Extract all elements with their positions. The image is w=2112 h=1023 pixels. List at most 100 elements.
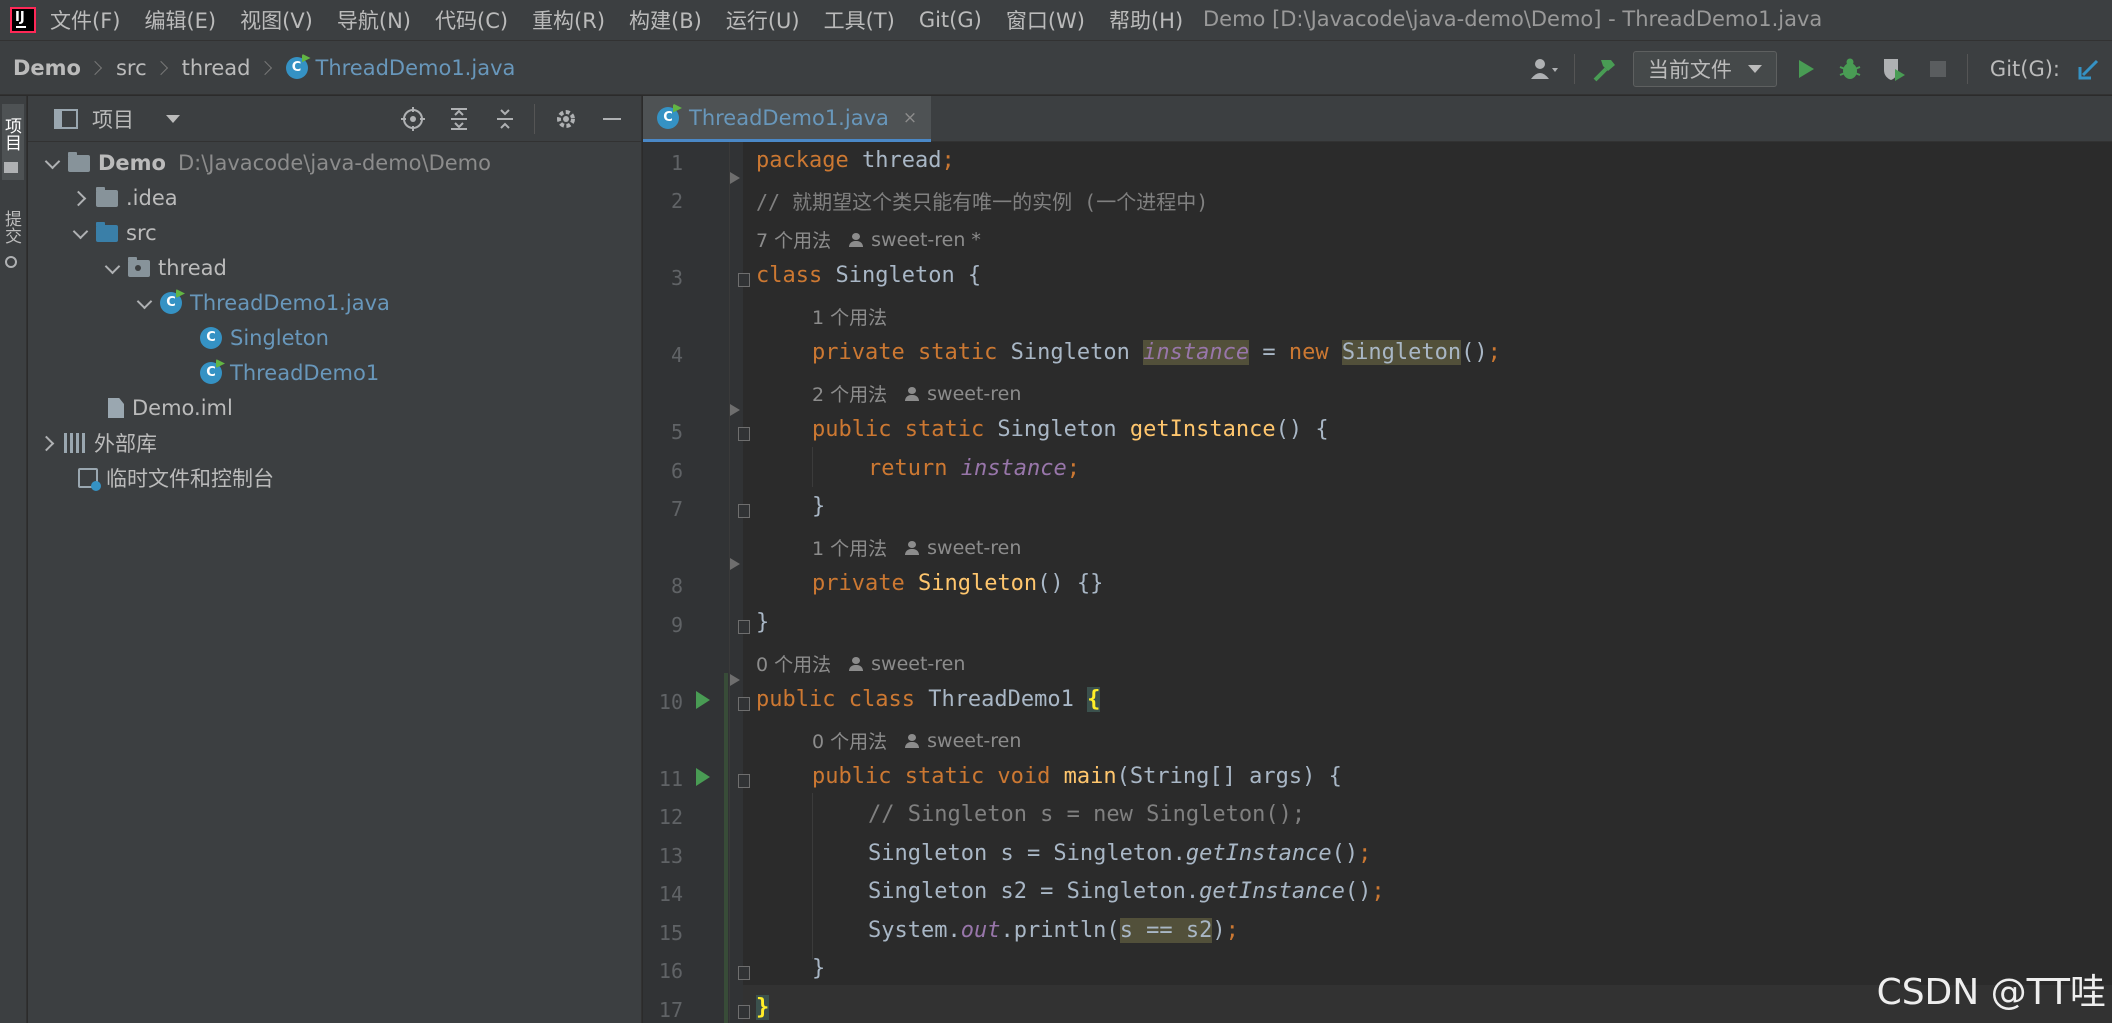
usage-hint[interactable]: 7 个用法 sweet-ren * xyxy=(756,226,981,253)
scratch-console-icon xyxy=(78,468,101,491)
tree-item-class-threaddemo1[interactable]: C ThreadDemo1 xyxy=(28,357,379,389)
build-hammer-icon[interactable] xyxy=(1589,54,1619,84)
line-number: 16 xyxy=(658,959,683,983)
java-class-icon: C xyxy=(285,56,308,79)
chevron-right-icon[interactable] xyxy=(38,433,58,453)
expand-all-icon[interactable] xyxy=(444,104,474,134)
module-folder-icon xyxy=(68,151,90,172)
line-number: 14 xyxy=(658,882,683,906)
tree-item-scratches[interactable]: 临时文件和控制台 xyxy=(28,462,274,494)
menu-tools[interactable]: 工具(T) xyxy=(824,5,895,35)
line-number: 13 xyxy=(658,844,683,868)
toolbar-separator xyxy=(1966,53,1968,84)
tree-item-idea[interactable]: .idea xyxy=(28,182,178,214)
java-class-icon: C xyxy=(160,292,182,314)
menu-navigate[interactable]: 导航(N) xyxy=(337,5,411,35)
tree-item-src[interactable]: src xyxy=(28,217,157,249)
project-panel-title[interactable]: 项目 xyxy=(92,104,134,134)
gear-icon[interactable] xyxy=(551,104,581,134)
vcs-change-marker[interactable] xyxy=(724,673,728,1023)
fold-marker-icon[interactable] xyxy=(738,504,750,518)
menu-code[interactable]: 代码(C) xyxy=(435,5,508,35)
menu-build[interactable]: 构建(B) xyxy=(629,5,702,35)
usage-hint[interactable]: 2 个用法 sweet-ren xyxy=(812,380,1021,407)
project-view-icon xyxy=(54,108,78,129)
fold-marker-icon[interactable] xyxy=(738,620,750,634)
left-tool-window-stripe: 项目 提交 xyxy=(0,96,27,1023)
minimize-icon[interactable] xyxy=(597,104,627,134)
project-tool-tab[interactable]: 项目 xyxy=(1,104,24,180)
fold-marker-icon[interactable] xyxy=(738,697,750,711)
line-number: 15 xyxy=(658,921,683,945)
tree-item-external-libraries[interactable]: 外部库 xyxy=(28,427,157,459)
locate-target-icon[interactable] xyxy=(398,104,428,134)
collapse-all-icon[interactable] xyxy=(490,104,520,134)
code-editor[interactable]: 1 2 3 4 5 6 7 8 9 10 11 12 13 14 15 16 1… xyxy=(643,142,2112,1023)
code-line-6: return instance; xyxy=(868,456,1080,481)
run-configuration-select[interactable]: 当前文件 xyxy=(1632,50,1777,87)
stop-icon[interactable] xyxy=(1923,54,1953,84)
run-gutter-icon[interactable] xyxy=(696,691,710,709)
menu-git[interactable]: Git(G) xyxy=(919,8,982,32)
chevron-down-icon[interactable] xyxy=(134,293,154,313)
chevron-down-icon[interactable] xyxy=(70,223,90,243)
indent-guide xyxy=(812,793,813,959)
git-update-arrow-icon[interactable] xyxy=(2074,54,2104,84)
code-line-5: public static Singleton getInstance() { xyxy=(812,417,1329,442)
debug-bug-icon[interactable] xyxy=(1835,54,1865,84)
usage-hint[interactable]: 0 个用法 sweet-ren xyxy=(812,727,1021,754)
breadcrumb-package[interactable]: thread xyxy=(182,56,251,80)
menu-run[interactable]: 运行(U) xyxy=(726,5,800,35)
close-icon[interactable]: × xyxy=(903,108,917,128)
breadcrumb-project[interactable]: Demo xyxy=(13,56,81,80)
commit-tool-tab[interactable]: 提交 xyxy=(1,198,24,274)
usage-hint[interactable]: 0 个用法 sweet-ren xyxy=(756,650,965,677)
tree-item-thread[interactable]: thread xyxy=(28,252,227,284)
menu-help[interactable]: 帮助(H) xyxy=(1109,5,1183,35)
line-number: 2 xyxy=(670,189,683,213)
author-icon xyxy=(849,656,864,671)
line-number: 1 xyxy=(670,151,683,175)
menu-view[interactable]: 视图(V) xyxy=(240,5,313,35)
breadcrumb-src[interactable]: src xyxy=(116,56,147,80)
chevron-down-icon[interactable] xyxy=(102,258,122,278)
line-number: 7 xyxy=(670,497,683,521)
menu-file[interactable]: 文件(F) xyxy=(50,5,120,35)
tree-item-label: Demo.iml xyxy=(132,396,233,420)
run-icon[interactable] xyxy=(1791,54,1821,84)
folder-icon xyxy=(96,186,118,207)
editor-tab-threaddemo1[interactable]: C ThreadDemo1.java × xyxy=(643,96,932,142)
run-with-coverage-icon[interactable] xyxy=(1879,54,1909,84)
tree-item-demo-iml[interactable]: Demo.iml xyxy=(28,392,233,424)
breadcrumb-file[interactable]: ThreadDemo1.java xyxy=(316,56,516,80)
breadcrumb-separator-icon xyxy=(87,60,103,75)
tree-item-label: 外部库 xyxy=(94,432,157,456)
code-line-13: Singleton s = Singleton.getInstance(); xyxy=(868,841,1372,866)
fold-marker-icon[interactable] xyxy=(738,273,750,287)
fold-marker-icon[interactable] xyxy=(738,427,750,441)
tree-item-project-root[interactable]: Demo D:\Javacode\java-demo\Demo xyxy=(28,147,491,179)
usage-hint[interactable]: 1 个用法 xyxy=(812,303,887,330)
code-line-16: } xyxy=(812,956,826,981)
code-line-11: public static void main(String[] args) { xyxy=(812,764,1342,789)
fold-marker-icon[interactable] xyxy=(738,966,750,980)
line-number: 17 xyxy=(658,998,683,1022)
toolbar-separator xyxy=(1573,53,1575,84)
chevron-down-icon[interactable] xyxy=(166,114,180,123)
fold-marker-icon[interactable] xyxy=(738,774,750,788)
usage-hint[interactable]: 1 个用法 sweet-ren xyxy=(812,534,1021,561)
tree-item-class-singleton[interactable]: C Singleton xyxy=(28,322,329,354)
menu-refactor[interactable]: 重构(R) xyxy=(532,5,605,35)
run-gutter-icon[interactable] xyxy=(696,768,710,786)
user-account-icon[interactable] xyxy=(1530,54,1560,84)
code-line-1: package thread; xyxy=(756,148,955,173)
chevron-down-icon[interactable] xyxy=(42,153,62,173)
tree-item-label: ThreadDemo1.java xyxy=(190,291,390,315)
intellij-logo-icon[interactable] xyxy=(10,7,36,33)
folder-icon xyxy=(4,162,18,174)
fold-marker-icon[interactable] xyxy=(738,1005,750,1019)
tree-item-threaddemo1-file[interactable]: C ThreadDemo1.java xyxy=(28,287,390,319)
menu-edit[interactable]: 编辑(E) xyxy=(144,5,216,35)
menu-window[interactable]: 窗口(W) xyxy=(1006,5,1085,35)
chevron-right-icon[interactable] xyxy=(70,188,90,208)
